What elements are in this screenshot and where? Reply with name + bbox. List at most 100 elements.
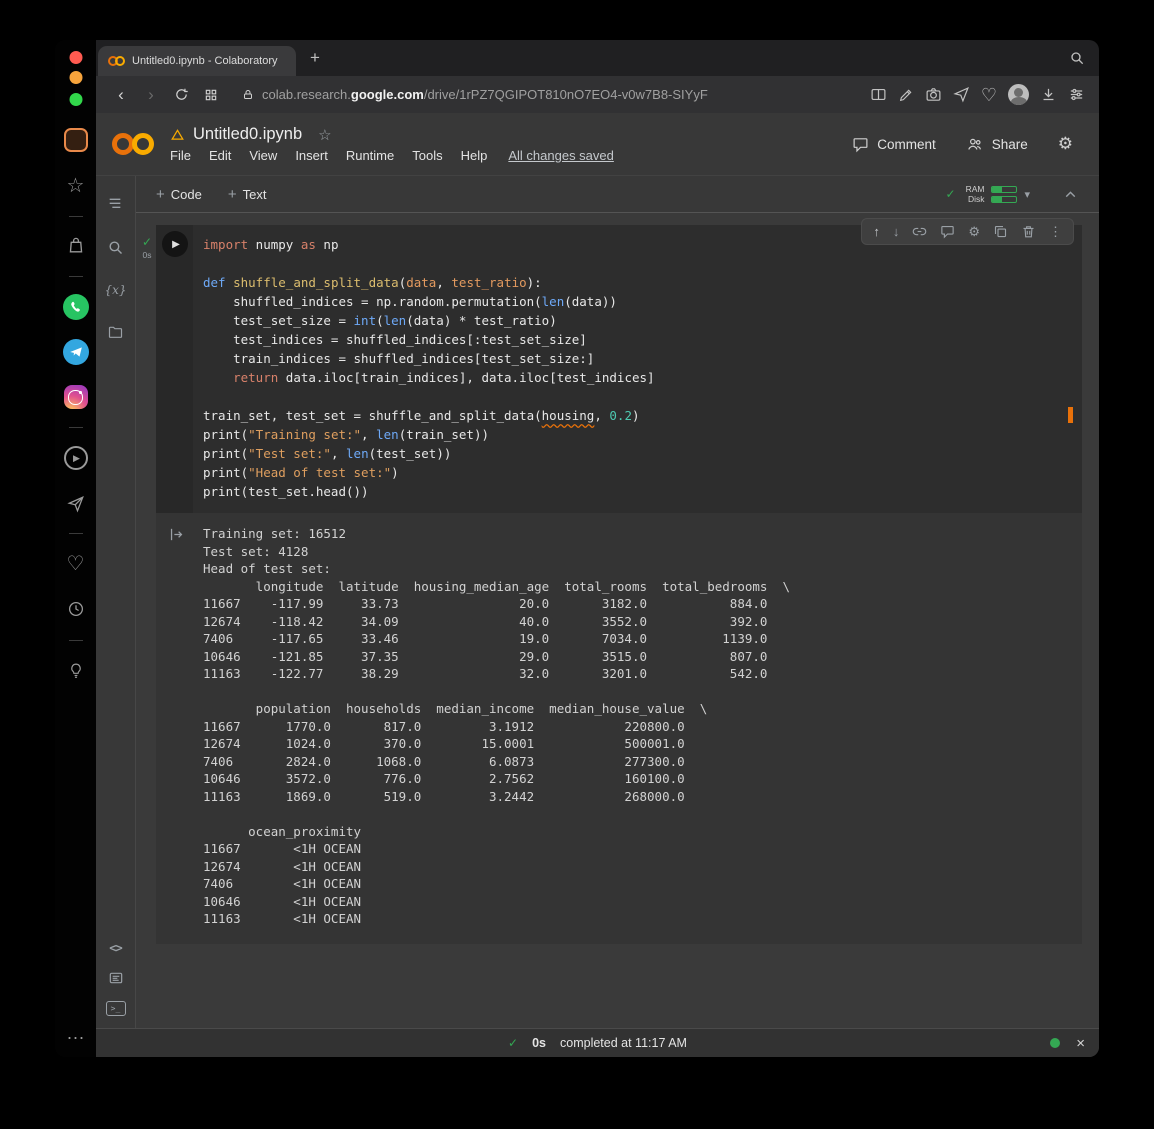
output-text: Training set: 16512 Test set: 4128 Head … [203,525,1072,928]
menu-tools[interactable]: Tools [403,148,451,163]
cell-gutter: ▶ [156,225,193,513]
whatsapp-icon[interactable] [63,294,89,320]
heart-icon[interactable]: ♡ [67,554,85,574]
colab-tab-icon [108,56,125,67]
play-circle-icon[interactable]: ▶ [64,446,88,470]
notebook-toolbar: + Code + Text ✓ RAM Disk [136,176,1099,213]
apps-grid-icon[interactable] [196,88,226,102]
ram-label: RAM [966,184,985,194]
new-tab-button[interactable]: + [310,40,320,76]
menu-help[interactable]: Help [452,148,497,163]
dock-divider [69,276,83,277]
cell-execution-time: 0s [138,250,156,260]
terminal-icon[interactable]: >_ [106,1001,126,1016]
plus-icon: + [156,186,165,203]
url-path: /drive/1rPZ7QGIPOT810nO7EO4-v0w7B8-SIYyF [424,87,708,102]
colab-app: Untitled0.ipynb ☆ File Edit View Insert … [96,113,1099,1057]
status-completed-text: completed at 11:17 AM [560,1036,687,1050]
drive-file-icon [170,128,185,142]
code-lines: import numpy as np def shuffle_and_split… [203,235,1068,501]
back-button[interactable]: ‹ [106,85,136,105]
url-domain: google.com [351,87,424,102]
move-cell-down-icon[interactable]: ↓ [893,225,900,238]
comment-button[interactable]: Comment [852,136,936,153]
resource-gauges [991,186,1017,203]
resources-dropdown-icon[interactable]: ▾ [1024,188,1030,201]
add-code-button[interactable]: + Code [156,186,202,203]
download-icon[interactable] [1040,86,1057,103]
reload-button[interactable] [166,87,196,102]
tab-bar: Untitled0.ipynb - Colaboratory + [96,40,1099,76]
send-plane-icon[interactable] [67,495,85,513]
settings-gear-icon[interactable]: ⚙ [1058,134,1073,154]
menu-file[interactable]: File [170,148,200,163]
table-of-contents-icon[interactable] [106,196,124,212]
split-view-icon[interactable] [870,86,887,103]
add-code-label: Code [171,187,202,202]
copy-to-drive-icon[interactable] [993,224,1008,239]
cell-settings-gear-icon[interactable]: ⚙ [968,225,980,238]
code-cell[interactable]: ▶ import numpy as np def shuffle_and_spl… [156,225,1082,513]
lock-icon [242,88,254,101]
share-button[interactable]: Share [966,136,1028,153]
send-icon[interactable] [953,86,970,103]
code-snippets-icon[interactable]: <> [109,941,121,955]
workspace-home-icon[interactable] [64,128,88,152]
menu-runtime[interactable]: Runtime [337,148,403,163]
collapse-header-icon[interactable] [1062,186,1079,203]
code-cell-wrap: ▶ import numpy as np def shuffle_and_spl… [156,225,1082,944]
colab-logo-icon[interactable] [112,131,154,157]
command-palette-icon[interactable] [107,970,125,986]
clock-icon[interactable] [67,600,85,618]
files-folder-icon[interactable] [107,324,124,340]
shopping-bag-icon[interactable] [66,236,85,255]
lightbulb-icon[interactable] [67,662,84,679]
autosave-status[interactable]: All changes saved [508,148,614,163]
traffic-minimize-button[interactable] [69,71,82,84]
status-check-icon: ✓ [508,1036,518,1050]
cell-output: Training set: 16512 Test set: 4128 Head … [156,513,1082,944]
address-field[interactable]: colab.research.google.com/drive/1rPZ7QGI… [242,87,870,102]
cell-toolbar: ↑ ↓ ⚙ [861,218,1074,245]
star-notebook-icon[interactable]: ☆ [318,126,331,144]
profile-avatar[interactable] [1008,84,1029,105]
camera-icon[interactable] [925,86,942,103]
output-indicator-icon[interactable] [168,526,185,543]
favorites-star-icon[interactable]: ☆ [67,176,85,196]
tune-icon[interactable] [1068,86,1085,103]
menu-edit[interactable]: Edit [200,148,240,163]
favorite-heart-icon[interactable]: ♡ [981,86,997,104]
dock-more-icon[interactable]: ··· [67,1028,85,1046]
add-text-button[interactable]: + Text [228,186,267,203]
edit-icon[interactable] [898,87,914,103]
link-cell-icon[interactable] [912,224,927,239]
search-icon[interactable] [107,239,124,256]
variables-icon[interactable]: {x} [104,283,126,297]
dock-divider [69,427,83,428]
menu-insert[interactable]: Insert [286,148,337,163]
menu-view[interactable]: View [240,148,286,163]
traffic-zoom-button[interactable] [69,93,82,106]
move-cell-up-icon[interactable]: ↑ [873,225,880,238]
code-editor[interactable]: import numpy as np def shuffle_and_split… [193,225,1082,513]
status-close-icon[interactable]: × [1076,1035,1085,1052]
telegram-icon[interactable] [63,339,89,365]
tab-untitled0[interactable]: Untitled0.ipynb - Colaboratory [98,46,296,76]
cell-execution-indicator: ✓ 0s [138,235,156,260]
resources-indicator[interactable]: RAM Disk [966,184,1018,204]
delete-cell-icon[interactable] [1021,224,1036,239]
dock-divider [69,216,83,217]
forward-button[interactable]: › [136,85,166,105]
dock-divider [69,640,83,641]
comment-cell-icon[interactable] [940,224,955,239]
tab-title: Untitled0.ipynb - Colaboratory [132,55,278,67]
traffic-close-button[interactable] [69,51,82,64]
tab-search-icon[interactable] [1069,50,1085,66]
notebook-title[interactable]: Untitled0.ipynb [193,125,302,144]
runtime-connected-check-icon: ✓ [946,187,956,201]
instagram-icon[interactable] [64,385,88,409]
cell-more-options-icon[interactable]: ⋮ [1049,225,1062,238]
browser-window: ☆ ▶ ♡ ··· [55,40,1099,1057]
run-cell-button[interactable]: ▶ [162,231,188,257]
status-connection-dot [1050,1038,1060,1048]
